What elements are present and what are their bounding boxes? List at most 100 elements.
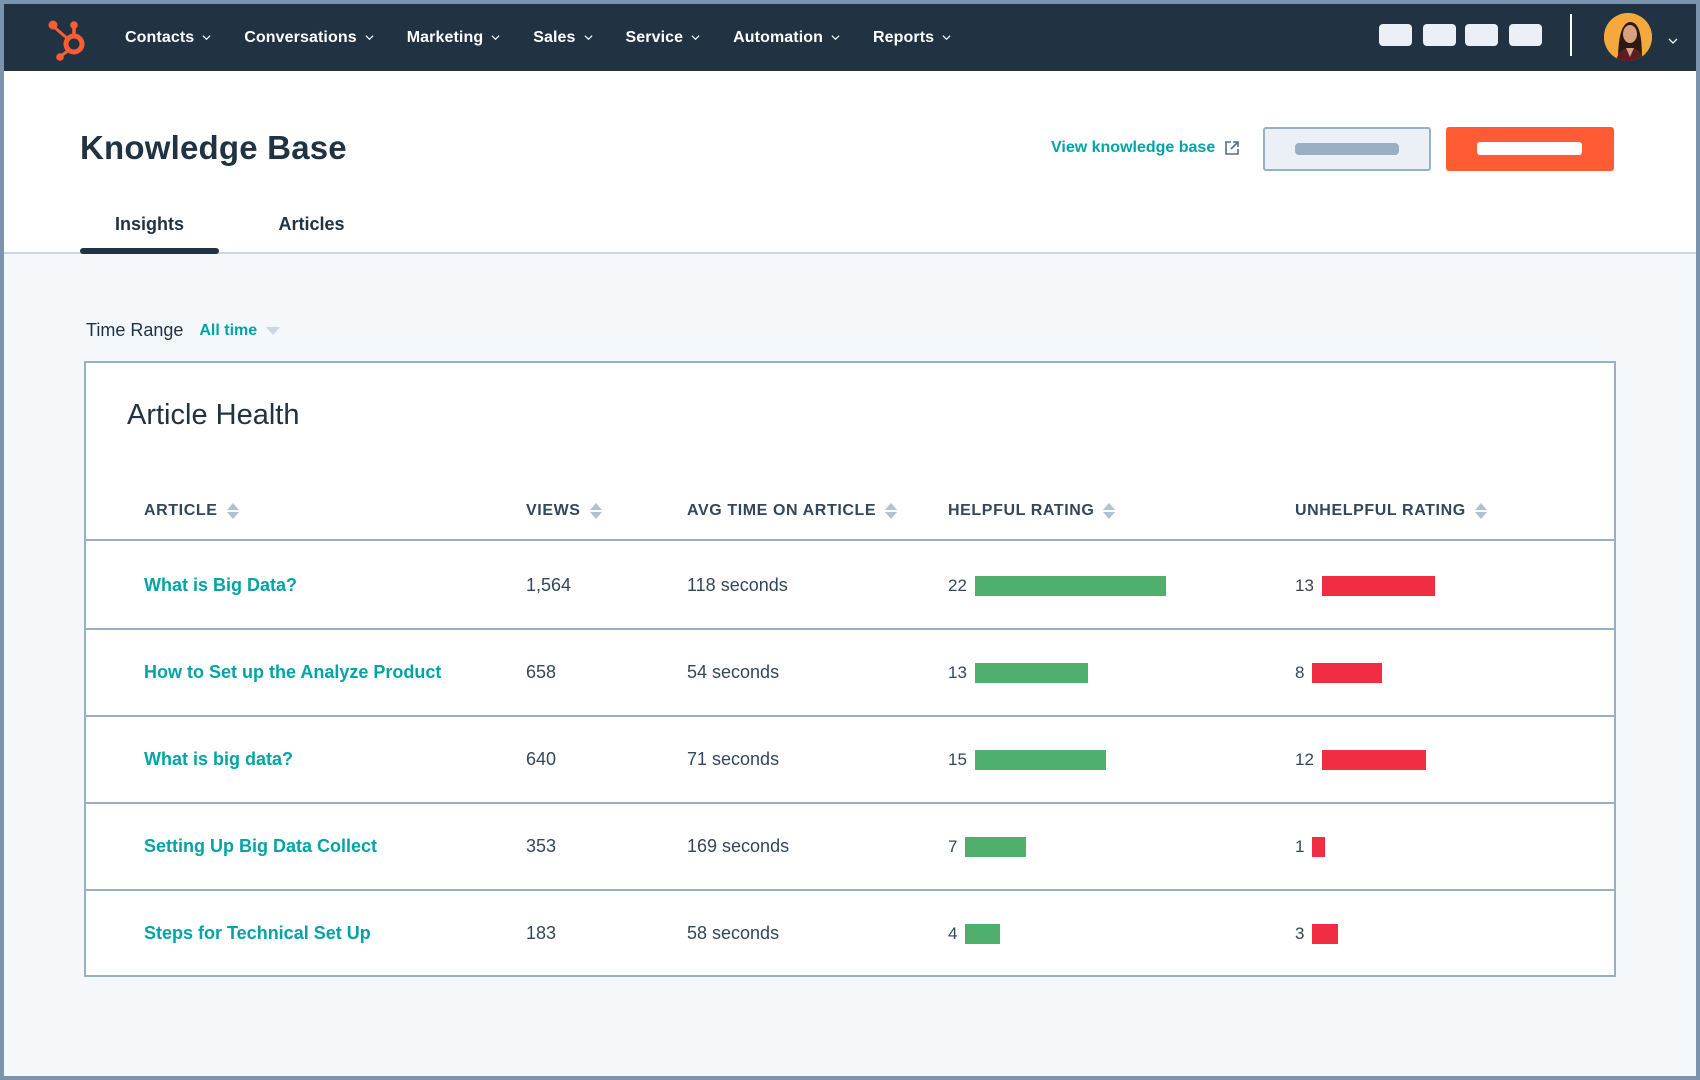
sort-icon [589, 503, 602, 519]
unhelpful-rating-value: 12 [1295, 749, 1314, 769]
nav-item-label: Conversations [244, 28, 357, 46]
chevron-down-icon [831, 35, 840, 41]
helpful-rating-bar [974, 662, 1088, 683]
article-title-link[interactable]: What is big data? [144, 717, 293, 802]
column-header-views[interactable]: VIEWS [526, 483, 602, 539]
avg-time-value: 169 seconds [687, 836, 790, 856]
nav-item-conversations[interactable]: Conversations [244, 28, 374, 47]
helpful-rating-bar [974, 575, 1166, 596]
hubspot-logo-icon[interactable] [44, 14, 92, 62]
unhelpful-rating-bar [1312, 923, 1339, 944]
card-title: Article Health [127, 399, 300, 431]
unhelpful-rating-value: 8 [1295, 662, 1305, 682]
chevron-down-icon [942, 35, 951, 41]
article-title-link[interactable]: What is Big Data? [144, 543, 297, 628]
table-row: What is big data? 640 71 seconds 15 12 [86, 717, 1614, 804]
view-knowledge-base-link[interactable]: View knowledge base [1051, 139, 1240, 157]
helpful-rating: 22 [948, 543, 1166, 628]
time-range-filter: Time Range All time [86, 320, 281, 341]
button-label-placeholder [1295, 143, 1399, 155]
avg-time-value: 54 seconds [687, 662, 780, 682]
views-value: 1,564 [526, 575, 572, 595]
nav-utility-button-4[interactable] [1509, 24, 1542, 46]
helpful-rating-value: 13 [948, 662, 967, 682]
views-value: 658 [526, 662, 557, 682]
app-window: Contacts Conversations Marketing Sales S… [4, 4, 1696, 1076]
avg-time-value: 71 seconds [687, 749, 780, 769]
column-header-label: UNHELPFUL RATING [1295, 502, 1466, 519]
user-avatar[interactable] [1604, 13, 1652, 61]
nav-item-contacts[interactable]: Contacts [125, 29, 211, 47]
nav-item-reports[interactable]: Reports [873, 29, 951, 47]
sort-icon [1103, 503, 1116, 519]
unhelpful-rating: 3 [1295, 891, 1339, 976]
helpful-rating: 4 [948, 891, 1001, 976]
nav-item-marketing[interactable]: Marketing [407, 29, 500, 47]
sort-icon [226, 503, 239, 519]
page-tabs: Insights Articles [80, 202, 404, 254]
table-row: What is Big Data? 1,564 118 seconds 22 1… [86, 543, 1614, 630]
table-header: ARTICLE VIEWS AVG TIME ON ARTICLE HELPFU… [86, 483, 1614, 541]
helpful-rating-bar [965, 923, 1001, 944]
unhelpful-rating-bar [1312, 662, 1383, 683]
table-row: How to Set up the Analyze Product 658 54… [86, 630, 1614, 717]
primary-action-button[interactable] [1446, 127, 1614, 171]
column-header-unhelpful-rating[interactable]: UNHELPFUL RATING [1295, 483, 1487, 539]
nav-menu: Contacts Conversations Marketing Sales S… [125, 4, 984, 71]
column-header-avg-time[interactable]: AVG TIME ON ARTICLE [687, 483, 898, 539]
avg-time-value: 58 seconds [687, 923, 780, 943]
external-link-icon [1225, 141, 1240, 155]
chevron-down-icon [691, 35, 700, 41]
article-title-link[interactable]: Steps for Technical Set Up [144, 891, 371, 976]
secondary-action-button[interactable] [1263, 127, 1431, 171]
column-header-label: VIEWS [526, 502, 581, 519]
unhelpful-rating-value: 3 [1295, 923, 1305, 943]
avg-time-value: 118 seconds [687, 575, 788, 595]
view-knowledge-base-label: View knowledge base [1051, 139, 1216, 156]
views-value: 640 [526, 749, 557, 769]
tab-insights[interactable]: Insights [80, 202, 219, 254]
unhelpful-rating-value: 13 [1295, 575, 1314, 595]
nav-item-label: Automation [733, 28, 824, 46]
nav-item-sales[interactable]: Sales [533, 29, 593, 47]
nav-item-service[interactable]: Service [626, 29, 701, 47]
chevron-down-icon [202, 35, 211, 41]
unhelpful-rating: 13 [1295, 543, 1435, 628]
article-title-link[interactable]: Setting Up Big Data Collect [144, 804, 377, 889]
helpful-rating: 7 [948, 804, 1027, 889]
chevron-down-icon [584, 35, 593, 41]
column-header-helpful-rating[interactable]: HELPFUL RATING [948, 483, 1116, 539]
top-navigation: Contacts Conversations Marketing Sales S… [4, 4, 1696, 71]
chevron-down-icon [365, 35, 374, 41]
time-range-dropdown[interactable]: All time [199, 322, 281, 340]
helpful-rating-value: 4 [948, 923, 958, 943]
article-title-link[interactable]: How to Set up the Analyze Product [144, 630, 441, 715]
nav-utility-button-1[interactable] [1379, 24, 1412, 46]
page-title: Knowledge Base [80, 129, 347, 166]
unhelpful-rating: 8 [1295, 630, 1383, 715]
helpful-rating-value: 15 [948, 749, 967, 769]
table-row: Steps for Technical Set Up 183 58 second… [86, 891, 1614, 978]
person-photo-icon [1604, 13, 1652, 61]
unhelpful-rating-bar [1312, 836, 1326, 857]
chevron-down-icon [491, 35, 500, 41]
column-header-article[interactable]: ARTICLE [144, 483, 239, 539]
column-header-label: HELPFUL RATING [948, 502, 1095, 519]
tab-articles[interactable]: Articles [219, 202, 404, 254]
account-chevron-down-icon[interactable] [1668, 37, 1678, 45]
nav-item-automation[interactable]: Automation [733, 29, 840, 47]
nav-divider [1570, 14, 1572, 56]
sort-icon [1474, 503, 1487, 519]
nav-utility-button-2[interactable] [1423, 24, 1456, 46]
page-header: Knowledge Base View knowledge base Insig… [4, 71, 1696, 254]
helpful-rating-value: 7 [948, 836, 958, 856]
nav-item-label: Marketing [406, 28, 484, 46]
views-value: 353 [526, 836, 557, 856]
helpful-rating: 13 [948, 630, 1088, 715]
unhelpful-rating: 12 [1295, 717, 1426, 802]
helpful-rating-bar [965, 836, 1027, 857]
nav-utility-button-3[interactable] [1465, 24, 1498, 46]
button-label-placeholder [1477, 142, 1582, 155]
unhelpful-rating-bar [1321, 749, 1426, 770]
article-health-card: Article Health ARTICLE VIEWS AVG TIME ON… [84, 361, 1616, 977]
